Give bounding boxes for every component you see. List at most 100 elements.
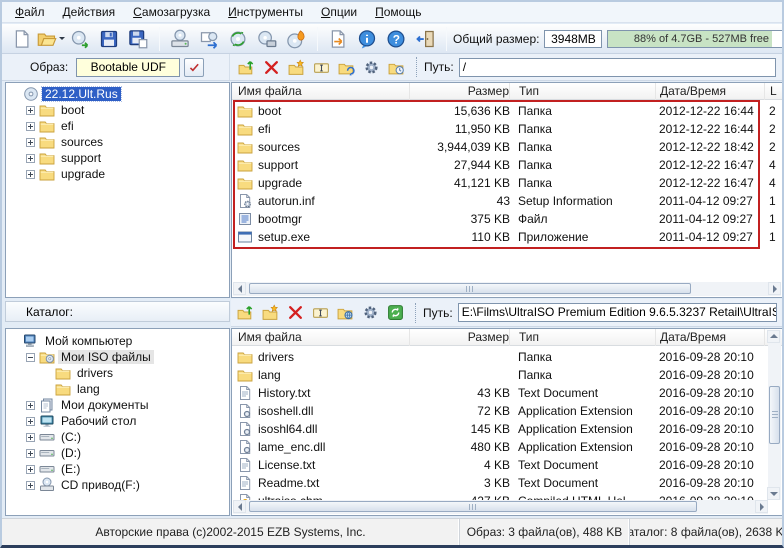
catalog-path-field[interactable]: E:\Films\UltraISO Premium Edition 9.6.5.… bbox=[458, 303, 777, 322]
image-type-combo[interactable]: Bootable UDF bbox=[76, 58, 180, 77]
file-row-boot[interactable]: boot15,636 KBПапка2012-12-22 16:442 bbox=[232, 102, 782, 120]
save-image-button[interactable] bbox=[95, 26, 123, 52]
scroll-thumb[interactable] bbox=[249, 283, 691, 294]
plus-expander-icon[interactable] bbox=[26, 170, 35, 179]
menu-item-0[interactable]: Файл bbox=[6, 3, 54, 21]
plus-expander-icon[interactable] bbox=[26, 449, 35, 458]
scroll-thumb[interactable] bbox=[769, 386, 780, 444]
rename-file-button[interactable] bbox=[309, 56, 333, 79]
tree-item-drivers[interactable]: drivers bbox=[6, 365, 229, 381]
tree-item-node-5[interactable]: Рабочий стол bbox=[6, 413, 229, 429]
tree-item-node-0[interactable]: Мой компьютер bbox=[6, 333, 229, 349]
help-button[interactable]: ? bbox=[382, 26, 410, 52]
scroll-left-button[interactable] bbox=[233, 282, 246, 295]
plus-expander-icon[interactable] bbox=[26, 481, 35, 490]
rename-file-button[interactable] bbox=[308, 301, 332, 324]
horizontal-scrollbar[interactable] bbox=[233, 500, 768, 514]
file-row-readme-txt[interactable]: Readme.txt3 KBText Document2016-09-28 20… bbox=[232, 474, 782, 492]
file-row-sources[interactable]: sources3,944,039 KBПапка2012-12-22 18:42… bbox=[232, 138, 782, 156]
dropdown-caret-icon[interactable] bbox=[59, 37, 65, 40]
file-row-support[interactable]: support27,944 KBПапка2012-12-22 16:474 bbox=[232, 156, 782, 174]
plus-expander-icon[interactable] bbox=[26, 138, 35, 147]
image-path-field[interactable]: / bbox=[459, 58, 776, 77]
open-image-button[interactable] bbox=[37, 26, 65, 52]
scroll-thumb[interactable] bbox=[249, 501, 697, 512]
plus-expander-icon[interactable] bbox=[26, 433, 35, 442]
new-image-button[interactable] bbox=[8, 26, 36, 52]
column-header-0[interactable]: Имя файла bbox=[237, 83, 410, 100]
make-image-button[interactable] bbox=[66, 26, 94, 52]
properties-button[interactable] bbox=[359, 56, 383, 79]
vertical-scrollbar[interactable] bbox=[768, 330, 781, 500]
menu-item-3[interactable]: Инструменты bbox=[219, 3, 312, 21]
scroll-left-button[interactable] bbox=[233, 500, 246, 513]
exit-button[interactable] bbox=[411, 26, 439, 52]
parent-folder-button[interactable] bbox=[234, 56, 258, 79]
extract-file-button[interactable] bbox=[334, 56, 358, 79]
tree-item-iso[interactable]: Мои ISO файлы bbox=[6, 349, 229, 365]
tree-item-upgrade[interactable]: upgrade bbox=[6, 166, 229, 182]
file-row-autorun-inf[interactable]: autorun.inf43Setup Information2011-04-12… bbox=[232, 192, 782, 210]
tree-item-22-12-ult-rus[interactable]: 22.12.Ult.Rus bbox=[6, 86, 229, 102]
column-header-3[interactable]: Дата/Время bbox=[659, 83, 765, 100]
minus-expander-icon[interactable] bbox=[26, 353, 35, 362]
file-row-isoshl64-dll[interactable]: isoshl64.dll145 KBApplication Extension2… bbox=[232, 420, 782, 438]
tree-item-support[interactable]: support bbox=[6, 150, 229, 166]
horizontal-scrollbar[interactable] bbox=[233, 282, 781, 296]
tree-item-node-4[interactable]: Мои документы bbox=[6, 397, 229, 413]
menu-item-2[interactable]: Самозагрузка bbox=[124, 3, 219, 21]
plus-expander-icon[interactable] bbox=[26, 154, 35, 163]
menu-item-1[interactable]: Действия bbox=[54, 3, 125, 21]
burn-cd-button[interactable] bbox=[253, 26, 281, 52]
tree-item-c[interactable]: (C:) bbox=[6, 429, 229, 445]
rip-cd-button[interactable] bbox=[224, 26, 252, 52]
hide-file-button[interactable] bbox=[384, 56, 408, 79]
tree-item-e[interactable]: (E:) bbox=[6, 461, 229, 477]
confirm-bootable-button[interactable] bbox=[184, 58, 204, 77]
setup-button[interactable] bbox=[358, 301, 382, 324]
scroll-down-button[interactable] bbox=[767, 487, 780, 500]
tree-item-efi[interactable]: efi bbox=[6, 118, 229, 134]
scroll-up-button[interactable] bbox=[767, 330, 780, 343]
plus-expander-icon[interactable] bbox=[26, 417, 35, 426]
column-header-2[interactable]: Тип bbox=[518, 329, 656, 346]
column-header-2[interactable]: Тип bbox=[518, 83, 656, 100]
mount-virtual-drive-button[interactable] bbox=[166, 26, 194, 52]
file-row-setup-exe[interactable]: setup.exe110 KBПриложение2011-04-12 09:2… bbox=[232, 228, 782, 246]
tree-item-d[interactable]: (D:) bbox=[6, 445, 229, 461]
convert-image-button[interactable] bbox=[195, 26, 223, 52]
parent-folder-button[interactable] bbox=[233, 301, 257, 324]
delete-file-button[interactable] bbox=[259, 56, 283, 79]
menu-item-5[interactable]: Помощь bbox=[366, 3, 430, 21]
plus-expander-icon[interactable] bbox=[26, 122, 35, 131]
list-header[interactable]: Имя файлаРазмер ТипДата/Время bbox=[232, 329, 782, 346]
tree-item-lang[interactable]: lang bbox=[6, 381, 229, 397]
column-header-1[interactable]: Размер bbox=[412, 329, 510, 346]
menu-item-4[interactable]: Опции bbox=[312, 3, 366, 21]
column-header-0[interactable]: Имя файла bbox=[237, 329, 410, 346]
tree-item-sources[interactable]: sources bbox=[6, 134, 229, 150]
file-row-lang[interactable]: langПапка2016-09-28 20:10 bbox=[232, 366, 782, 384]
file-row-efi[interactable]: efi11,950 KBПапка2012-12-22 16:442 bbox=[232, 120, 782, 138]
plus-expander-icon[interactable] bbox=[26, 465, 35, 474]
scroll-right-button[interactable] bbox=[768, 282, 781, 295]
refresh-button[interactable] bbox=[383, 301, 407, 324]
column-header-3[interactable]: Дата/Время bbox=[659, 329, 765, 346]
scroll-right-button[interactable] bbox=[755, 500, 768, 513]
file-row-lame-enc-dll[interactable]: lame_enc.dll480 KBApplication Extension2… bbox=[232, 438, 782, 456]
new-folder-button[interactable] bbox=[284, 56, 308, 79]
file-row-license-txt[interactable]: License.txt4 KBText Document2016-09-28 2… bbox=[232, 456, 782, 474]
file-row-isoshell-dll[interactable]: isoshell.dll72 KBApplication Extension20… bbox=[232, 402, 782, 420]
plus-expander-icon[interactable] bbox=[26, 401, 35, 410]
column-header-1[interactable]: Размер bbox=[412, 83, 510, 100]
file-row-upgrade[interactable]: upgrade41,121 KBПапка2012-12-22 16:474 bbox=[232, 174, 782, 192]
column-header-l[interactable]: L bbox=[769, 83, 783, 100]
image-info-button[interactable] bbox=[353, 26, 381, 52]
tree-item-boot[interactable]: boot bbox=[6, 102, 229, 118]
save-image-as-button[interactable] bbox=[124, 26, 152, 52]
compress-image-button[interactable] bbox=[324, 26, 352, 52]
file-row-drivers[interactable]: driversПапка2016-09-28 20:10 bbox=[232, 348, 782, 366]
file-row-bootmgr[interactable]: bootmgr375 KBФайл2011-04-12 09:271 bbox=[232, 210, 782, 228]
view-files-button[interactable] bbox=[333, 301, 357, 324]
plus-expander-icon[interactable] bbox=[26, 106, 35, 115]
